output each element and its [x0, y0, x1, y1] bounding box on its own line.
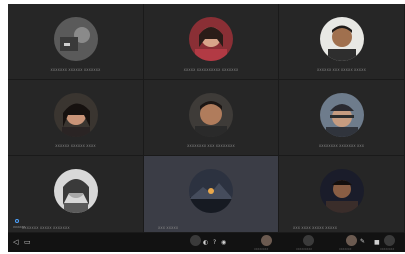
participant-tile-9[interactable]: XXX XXXX XXXXX XXXXX — [279, 156, 405, 233]
participant-name: XXXXXXXX XXXXXXX XXX — [318, 144, 365, 148]
participant-tile-3[interactable]: XXXXXX XXX XXXXX XXXXX — [279, 4, 405, 80]
strip-avatar-2[interactable] — [303, 235, 314, 246]
bottom-toolbar: ◁ ▭ ◐ ? ◉ XXXXXXXX XXXXXXXXX XXXXXXX ✎ ■… — [8, 233, 405, 252]
avatar — [53, 169, 98, 213]
participants-icon[interactable]: ◐ — [203, 239, 208, 246]
participant-grid: XXXXXXX XXXXXX XXXXXXX XXXXX XXXXXXXXXX … — [8, 4, 405, 233]
chat-icon[interactable]: ▭ — [24, 239, 31, 246]
participant-name: XXX XXXXX — [158, 226, 179, 230]
participant-tile-8[interactable]: XXX XXXXX — [144, 156, 279, 233]
meeting-window: ● XXXXXXX XXXXXX XXXXXXX — [8, 4, 405, 252]
strip-avatar-1[interactable] — [261, 235, 272, 246]
avatar — [189, 169, 233, 213]
square-icon[interactable]: ■ — [374, 239, 380, 246]
camera-icon[interactable]: ◉ — [221, 239, 226, 246]
strip-label: XXXXXXX — [339, 248, 352, 251]
avatar — [53, 93, 98, 137]
avatar — [319, 93, 364, 137]
participant-name: XXXXXX XXXXXX XXXX — [55, 144, 96, 148]
strip-label: XXXXXXXX — [380, 248, 395, 251]
participant-tile-5[interactable]: XXXXXXXX XXX XXXXXXXX — [144, 80, 279, 156]
strip-avatar-4[interactable] — [384, 235, 395, 246]
avatar — [319, 169, 364, 213]
avatar — [53, 17, 98, 61]
participant-name: XXXXXXXX XXX XXXXXXXX — [187, 144, 235, 148]
meeting-info: XXXXXX — [13, 225, 26, 229]
participant-tile-6[interactable]: XXXXXXXX XXXXXXX XXX — [279, 80, 405, 156]
participant-name: XXXXXX XXX XXXXX XXXXX — [317, 68, 366, 72]
participant-tile-2[interactable]: XXXXX XXXXXXXXXX XXXXXXX — [144, 4, 279, 80]
participant-tile-4[interactable]: XXXXXX XXXXXX XXXX — [8, 80, 144, 156]
strip-avatar-3[interactable] — [346, 235, 357, 246]
self-view-thumbnail[interactable] — [190, 235, 201, 246]
participant-tile-1[interactable]: XXXXXXX XXXXXX XXXXXXX — [8, 4, 144, 80]
presentation-indicator — [15, 219, 19, 223]
participant-name: XXXXXXX XXXXX XXXXXXX — [22, 226, 70, 230]
help-icon[interactable]: ? — [213, 239, 216, 246]
avatar — [319, 17, 364, 61]
strip-label: XXXXXXXX — [254, 248, 269, 251]
back-icon[interactable]: ◁ — [13, 239, 18, 246]
participant-name: XXXXXXX XXXXXX XXXXXXX — [50, 68, 101, 72]
pen-icon[interactable]: ✎ — [360, 238, 365, 245]
avatar — [189, 17, 233, 61]
participant-tile-7[interactable]: XXXXXXX XXXXX XXXXXXX — [8, 156, 144, 233]
avatar — [189, 93, 233, 137]
strip-label: XXXXXXXXX — [296, 248, 312, 251]
participant-name: XXXXX XXXXXXXXXX XXXXXXX — [183, 68, 239, 72]
participant-name: XXX XXXX XXXXX XXXXX — [293, 226, 338, 230]
